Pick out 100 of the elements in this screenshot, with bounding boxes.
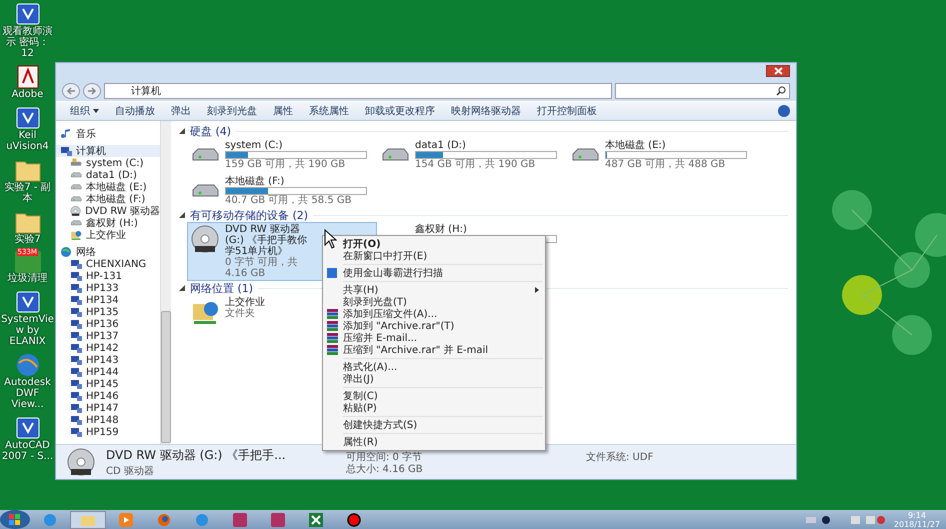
drive-capacity-text: 40.7 GB 可用，共 58.5 GB <box>225 195 352 206</box>
sidebar-item[interactable]: 音乐 <box>56 128 160 140</box>
section-header[interactable]: 硬盘 (4) <box>190 124 232 138</box>
application-icon[interactable] <box>14 2 40 26</box>
details-field: 总大小: 4.16 GB <box>346 462 586 474</box>
menu-item[interactable]: 创建快捷方式(S) <box>325 419 543 431</box>
forward-button[interactable] <box>83 83 101 99</box>
menu-item[interactable]: 格式化(A)... <box>325 361 543 373</box>
sidebar-item[interactable]: 鑫权财 (H:) <box>56 217 160 229</box>
sidebar-item[interactable]: 上交作业 <box>56 229 160 241</box>
sidebar-item[interactable]: 本地磁盘 (E:) <box>56 181 160 193</box>
sidebar-item[interactable]: HP136 <box>56 318 160 330</box>
application-icon[interactable] <box>14 416 40 440</box>
close-button[interactable] <box>766 65 790 77</box>
menu-item[interactable]: 使用金山毒霸进行扫描 <box>325 267 543 279</box>
scrollbar[interactable] <box>160 121 171 444</box>
archive-books-icon <box>327 345 338 355</box>
toolbar-button[interactable]: 系统属性 <box>301 104 357 118</box>
toolbar-button[interactable]: 卸载或更改程序 <box>357 104 443 118</box>
drive-capacity-text: 文件夹 <box>225 308 256 319</box>
computer-icon <box>60 146 72 156</box>
help-icon[interactable] <box>778 105 790 117</box>
details-field: 文件系统: UDF <box>586 450 706 462</box>
sidebar-item[interactable]: HP145 <box>56 378 160 390</box>
section-header[interactable]: 有可移动存储的设备 (2) <box>190 208 308 222</box>
desktop-icon-label: 实验7 <box>13 234 42 245</box>
menu-item[interactable]: 共享(H) <box>325 284 543 296</box>
folder-icon <box>81 514 95 526</box>
toolbar-button[interactable]: 刻录到光盘 <box>199 104 265 118</box>
breadcrumb-item[interactable]: 计算机 <box>125 84 167 98</box>
disc-icon <box>70 205 82 217</box>
toolbar-button[interactable]: 打开控制面板 <box>529 104 605 118</box>
menu-item[interactable]: 压缩到 "Archive.rar" 并 E-mail <box>325 344 543 356</box>
computer-icon <box>70 258 82 270</box>
back-arrow-icon <box>66 87 76 95</box>
start-button[interactable] <box>0 510 30 529</box>
sidebar-item[interactable]: HP143 <box>56 354 160 366</box>
computer-icon <box>70 390 82 402</box>
sidebar-item[interactable]: 网络 <box>56 246 160 258</box>
application-icon[interactable] <box>14 106 40 130</box>
toolbar-button[interactable]: 属性 <box>265 104 301 118</box>
sidebar-item[interactable]: data1 (D:) <box>56 169 160 181</box>
sidebar-item[interactable]: HP146 <box>56 390 160 402</box>
menu-item[interactable]: 弹出(J) <box>325 373 543 385</box>
archive-books-icon <box>327 321 338 331</box>
computer-icon <box>70 414 82 426</box>
sidebar-item[interactable]: CHENXIANG <box>56 258 160 270</box>
document-icon[interactable] <box>14 65 40 89</box>
collapse-triangle-icon[interactable] <box>179 128 185 134</box>
menu-item[interactable]: 压缩并 E-mail... <box>325 332 543 344</box>
sidebar-item[interactable]: 本地磁盘 (F:) <box>56 193 160 205</box>
drive-tile[interactable]: system (C:) 159 GB 可用，共 190 GB <box>187 138 377 172</box>
disc-icon <box>190 224 220 254</box>
sidebar-item[interactable]: HP144 <box>56 366 160 378</box>
menu-item[interactable]: 添加到压缩文件(A)... <box>325 308 543 320</box>
collapse-triangle-icon[interactable] <box>179 212 185 218</box>
toolbar-button[interactable]: 自动播放 <box>107 104 163 118</box>
drive-name: 本地磁盘 (F:) <box>225 176 286 187</box>
sidebar-item[interactable]: HP148 <box>56 414 160 426</box>
desktop-icon-label: Autodesk DWF View... <box>3 377 52 410</box>
sidebar-item[interactable]: HP142 <box>56 342 160 354</box>
drive-tile[interactable]: 本地磁盘 (F:) 40.7 GB 可用，共 58.5 GB <box>187 174 377 208</box>
collapse-triangle-icon[interactable] <box>179 285 185 291</box>
sidebar-item[interactable]: HP133 <box>56 282 160 294</box>
toolbar-button[interactable]: 映射网络驱动器 <box>443 104 529 118</box>
toolbar-button[interactable]: 组织 <box>62 104 107 118</box>
windows-logo-icon <box>9 514 21 526</box>
sidebar-item[interactable]: 计算机 <box>56 145 160 157</box>
sidebar-item[interactable]: DVD RW 驱动器 <box>56 205 160 217</box>
menu-item[interactable]: 复制(C) <box>325 390 543 402</box>
record-icon <box>347 512 361 526</box>
computer-icon <box>70 294 82 306</box>
globe-icon[interactable] <box>14 353 40 377</box>
sidebar-item[interactable]: HP135 <box>56 306 160 318</box>
sidebar-item[interactable]: HP134 <box>56 294 160 306</box>
section-header[interactable]: 网络位置 (1) <box>190 280 254 296</box>
music-note-icon <box>60 128 72 140</box>
sidebar-item[interactable]: HP-131 <box>56 270 160 282</box>
computer-icon <box>70 354 82 366</box>
sidebar-item[interactable]: HP159 <box>56 426 160 438</box>
sidebar-item[interactable]: system (C:) <box>56 157 160 169</box>
address-bar[interactable]: 计算机 <box>104 83 612 99</box>
menu-item[interactable]: 属性(R) <box>325 436 543 448</box>
sidebar-item[interactable]: HP137 <box>56 330 160 342</box>
menu-item[interactable]: 添加到 "Archive.rar"(T) <box>325 320 543 332</box>
drive-name: data1 (D:) <box>415 140 467 151</box>
toolbar-button[interactable]: 弹出 <box>163 104 199 118</box>
menu-item[interactable]: 刻录到光盘(T) <box>325 296 543 308</box>
details-subtitle: CD 驱动器 <box>106 464 155 478</box>
drive-tile[interactable]: data1 (D:) 154 GB 可用，共 190 GB <box>377 138 567 172</box>
drive-tile[interactable]: 本地磁盘 (E:) 487 GB 可用，共 488 GB <box>567 138 757 172</box>
search-field[interactable] <box>615 83 790 99</box>
caret-icon <box>93 109 99 113</box>
menu-item[interactable]: 粘贴(P) <box>325 402 543 414</box>
sidebar-item[interactable]: HP147 <box>56 402 160 414</box>
desktop-icon-label: 实验7 - 副本 <box>3 182 52 204</box>
application-icon[interactable] <box>14 290 40 314</box>
back-button[interactable] <box>62 83 80 99</box>
drive-capacity-text: 154 GB 可用，共 190 GB <box>415 159 536 170</box>
drive-capacity-text: 487 GB 可用，共 488 GB <box>605 159 726 170</box>
